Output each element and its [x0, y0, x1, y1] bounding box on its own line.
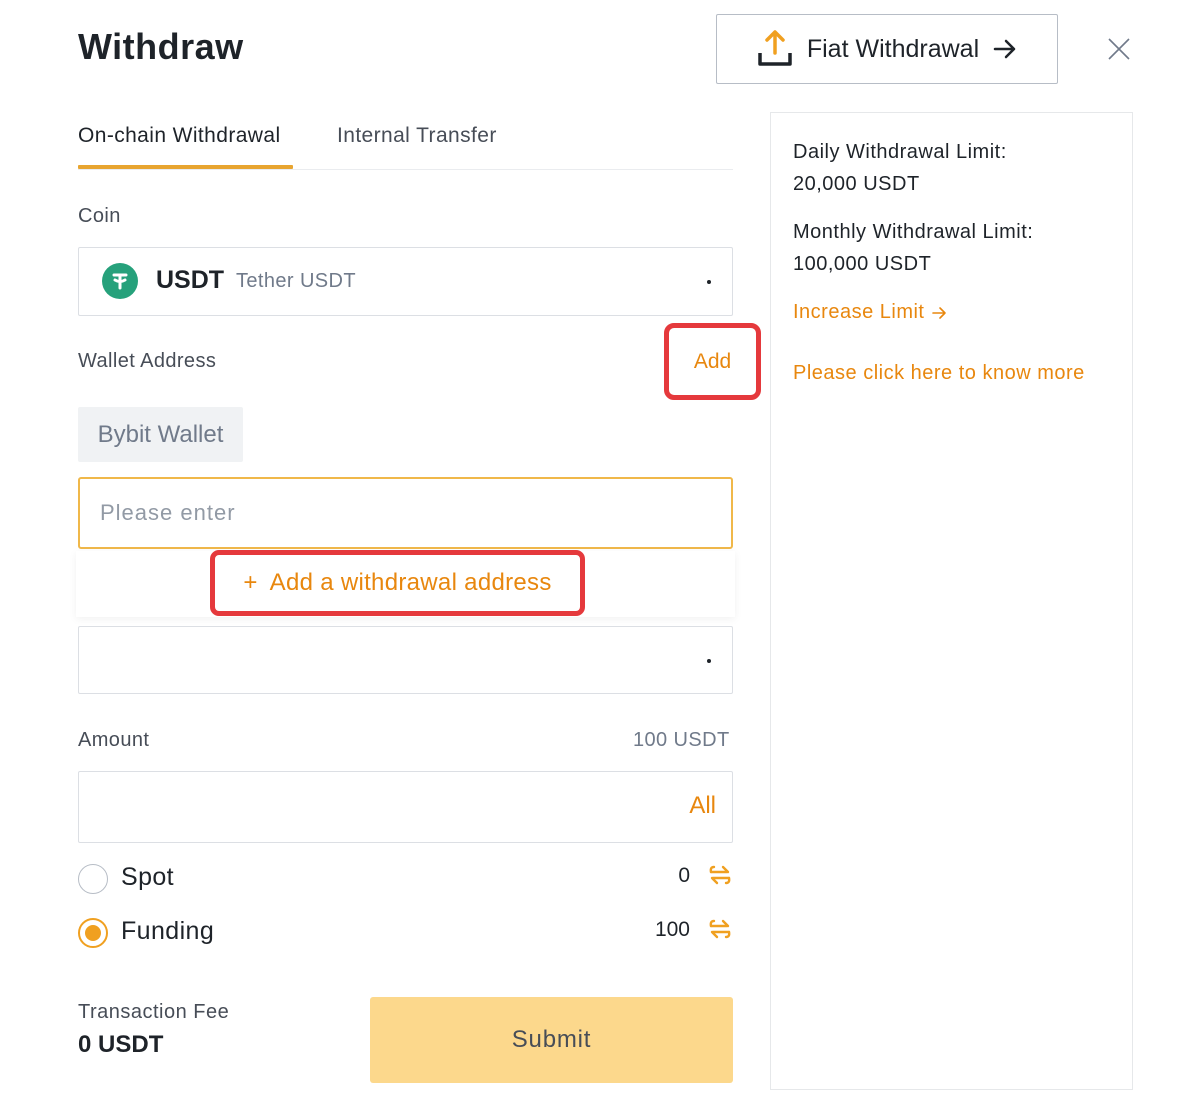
coin-label: Coin [78, 205, 121, 227]
transaction-fee-value: 0 USDT [78, 1031, 164, 1058]
add-withdrawal-address-label: Add a withdrawal address [269, 569, 552, 596]
add-wallet-label: Add [693, 349, 732, 373]
increase-limit-link[interactable]: Increase Limit [793, 301, 947, 324]
fiat-withdrawal-button[interactable]: Fiat Withdrawal [716, 14, 1058, 84]
active-tab-indicator [78, 165, 293, 169]
transfer-icon[interactable] [708, 863, 732, 887]
amount-label: Amount [78, 729, 150, 751]
funding-radio[interactable] [78, 918, 108, 948]
dropdown-caret-icon [707, 659, 711, 663]
coin-select[interactable]: USDT Tether USDT [78, 247, 733, 316]
arrow-right-icon [993, 39, 1016, 59]
tether-icon [102, 263, 138, 299]
transaction-fee-label: Transaction Fee [78, 1001, 230, 1023]
limits-panel: Daily Withdrawal Limit: 20,000 USDT Mont… [770, 112, 1133, 1090]
fiat-withdrawal-label: Fiat Withdrawal [806, 34, 980, 63]
amount-limit: 100 USDT [633, 729, 730, 751]
add-withdrawal-address-button[interactable]: + Add a withdrawal address [210, 550, 585, 616]
wallet-address-label: Wallet Address [78, 350, 217, 372]
coin-ticker: USDT [156, 266, 225, 294]
page-title: Withdraw [78, 26, 244, 67]
amount-input[interactable]: All [78, 771, 733, 843]
monthly-limit-label: Monthly Withdrawal Limit: [793, 221, 1034, 243]
all-button[interactable]: All [689, 792, 716, 820]
add-wallet-button[interactable]: Add [664, 323, 761, 400]
tab-internal-transfer[interactable]: Internal Transfer [337, 124, 497, 148]
upload-icon [758, 30, 792, 66]
spot-label: Spot [121, 863, 175, 891]
daily-limit-value: 20,000 USDT [793, 173, 920, 195]
network-select[interactable] [78, 626, 733, 694]
funding-label: Funding [121, 917, 215, 945]
tabs-divider [78, 169, 733, 170]
coin-name: Tether USDT [236, 270, 356, 292]
wallet-address-input[interactable] [78, 477, 733, 549]
dropdown-caret-icon [707, 280, 711, 284]
arrow-right-icon [931, 306, 946, 319]
know-more-link[interactable]: Please click here to know more [793, 362, 1085, 385]
tab-onchain-withdrawal[interactable]: On-chain Withdrawal [78, 124, 281, 148]
funding-balance: 100 [654, 918, 690, 941]
spot-balance: 0 [678, 864, 690, 887]
increase-limit-label: Increase Limit [793, 301, 925, 323]
spot-radio[interactable] [78, 864, 108, 894]
transfer-icon[interactable] [708, 917, 732, 941]
plus-icon: + [243, 569, 258, 596]
submit-button[interactable]: Submit [370, 997, 733, 1083]
close-icon[interactable] [1104, 34, 1134, 64]
bybit-wallet-chip[interactable]: Bybit Wallet [78, 407, 243, 462]
daily-limit-label: Daily Withdrawal Limit: [793, 141, 1007, 163]
monthly-limit-value: 100,000 USDT [793, 253, 932, 275]
